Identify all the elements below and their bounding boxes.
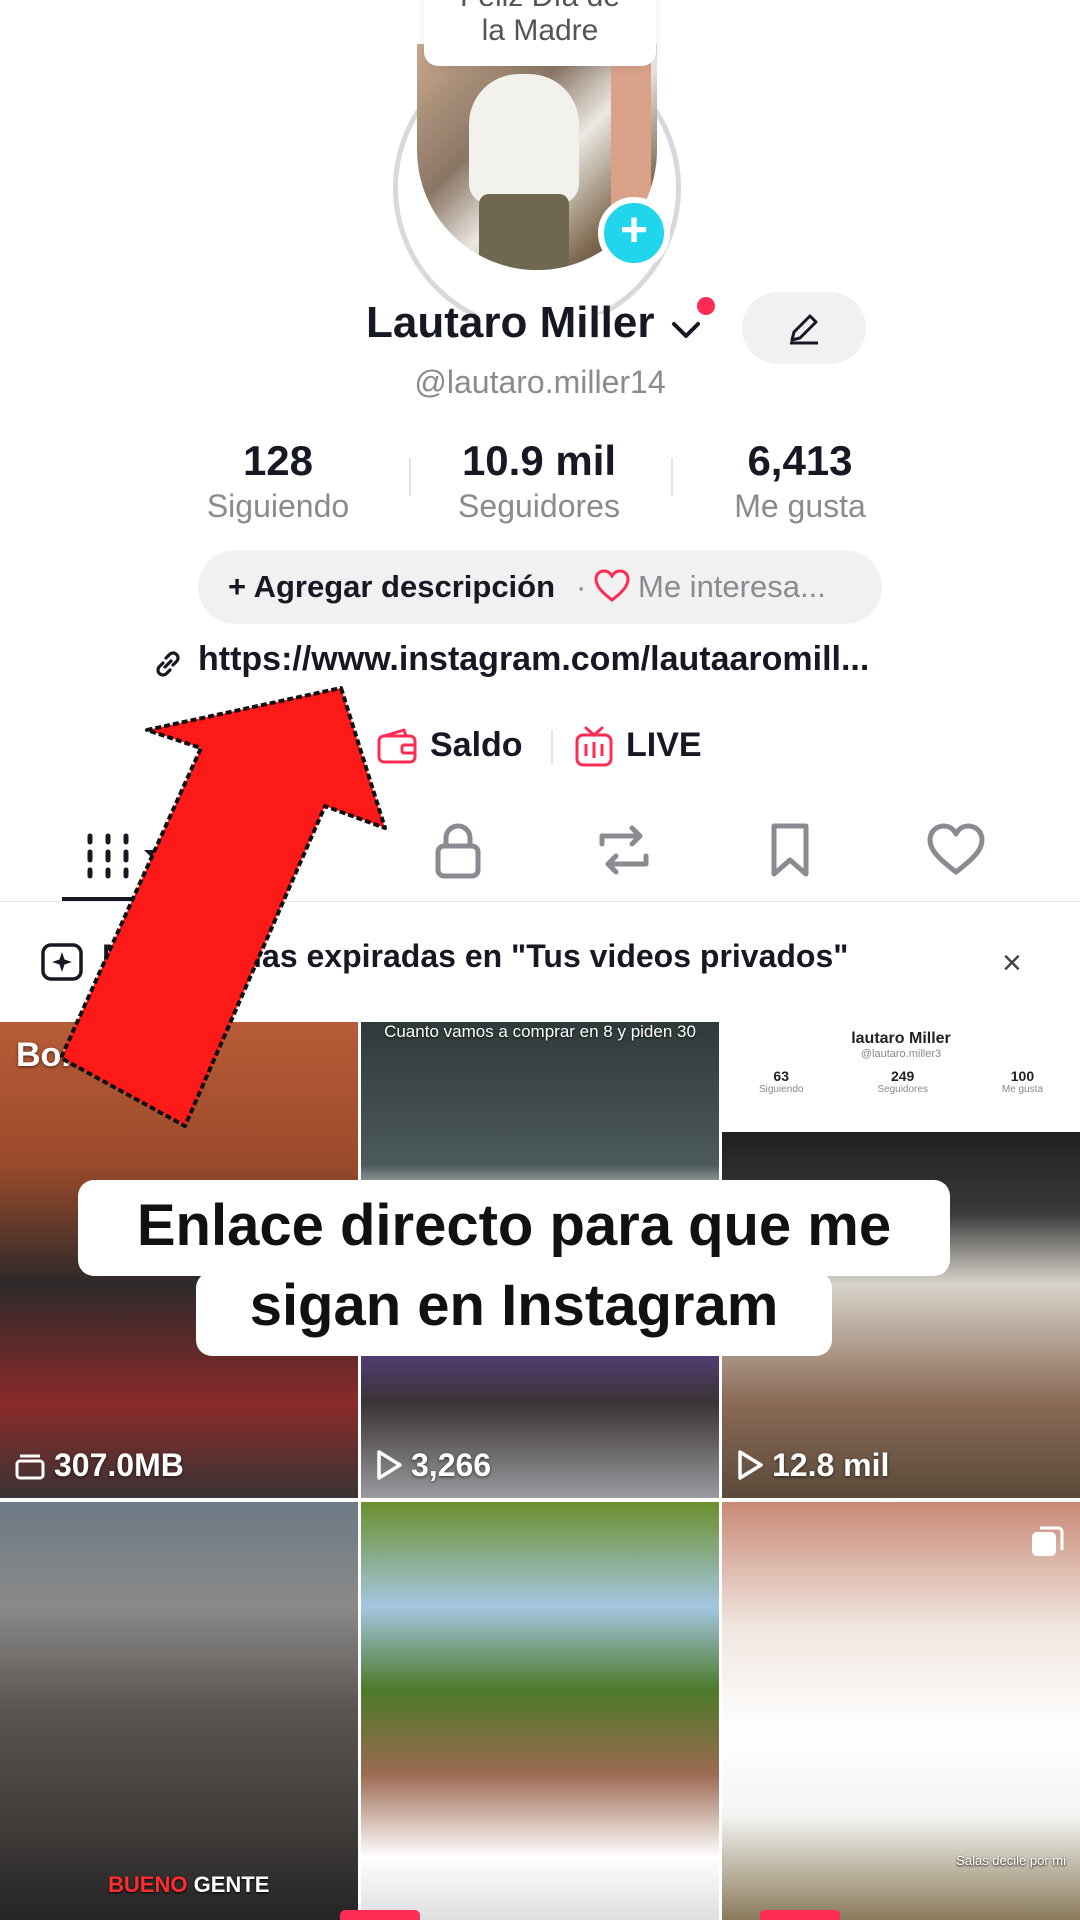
bottom-accent <box>760 1910 840 1920</box>
video-caption: Salas decile por mi <box>956 1853 1066 1868</box>
profile-screenshot: lautaro Miller @lautaro.miller3 63 Siguie… <box>722 1022 1080 1132</box>
stat-divider <box>671 458 673 496</box>
bottom-accent <box>340 1910 420 1920</box>
stat-followers[interactable]: 10.9 mil Seguidores <box>429 436 649 526</box>
story-note-line1: Feliz Día de <box>424 0 656 14</box>
add-story-plus-icon[interactable]: + <box>598 197 670 269</box>
overlay-caption-line2: sigan en Instagram <box>249 1273 779 1338</box>
heart-outline-icon <box>594 569 630 602</box>
balance-label: Saldo <box>430 726 523 764</box>
repost-tab-icon[interactable] <box>594 820 654 880</box>
video-count: 12.8 mil <box>736 1447 889 1484</box>
story-note-bubble[interactable]: Feliz Día de la Madre <box>424 0 656 66</box>
divider <box>551 730 553 764</box>
close-icon[interactable]: × <box>1002 944 1022 983</box>
grid-item-video[interactable]: BUENO GENTE <box>0 1502 358 1920</box>
stat-likes-label: Me gusta <box>734 488 866 524</box>
red-arrow-annotation <box>59 686 387 1128</box>
stat-followers-value: 10.9 mil <box>461 437 617 484</box>
video-count-value: 12.8 mil <box>772 1447 890 1483</box>
stat-likes[interactable]: 6,413 Me gusta <box>690 436 910 526</box>
stat-following-label: Siguiendo <box>206 488 350 524</box>
overlay-caption-line1: Enlace directo para que me <box>136 1193 892 1258</box>
pencil-icon <box>790 314 818 345</box>
bookmark-tab-icon[interactable] <box>760 820 820 880</box>
video-caption: BUENO GENTE <box>108 1872 270 1897</box>
video-count: 3,266 <box>375 1447 491 1484</box>
multi-photo-icon <box>1032 1526 1064 1556</box>
notification-dot <box>697 297 715 315</box>
video-count-value: 307.0MB <box>54 1447 184 1483</box>
stat-divider <box>409 458 411 496</box>
drafts-icon <box>15 1454 45 1480</box>
lock-tab-icon[interactable] <box>428 820 488 880</box>
mini-profile-name: lautaro Miller <box>851 1030 951 1047</box>
liked-tab-icon[interactable] <box>926 820 986 880</box>
add-description-button[interactable]: + Agregar descripción <box>228 550 555 624</box>
mini-profile-handle: @lautaro.miller3 <box>860 1048 942 1060</box>
grid-item-video[interactable] <box>361 1502 719 1920</box>
stat-following[interactable]: 128 Siguiendo <box>168 436 388 526</box>
video-count-value: 3,266 <box>411 1447 492 1483</box>
edit-profile-button[interactable] <box>742 292 866 364</box>
overlay-caption: Enlace directo para que me sigan en Inst… <box>78 1186 950 1346</box>
mini-stat: 100 Me gusta <box>1001 1068 1044 1095</box>
video-count: 307.0MB <box>14 1447 184 1484</box>
play-icon <box>377 1450 402 1480</box>
link-icon <box>156 651 180 677</box>
grid-item-photo[interactable]: Salas decile por mi <box>722 1502 1080 1920</box>
play-icon <box>738 1450 763 1480</box>
stat-likes-value: 6,413 <box>747 437 853 484</box>
mini-stat: 63 Siguiendo <box>758 1068 804 1095</box>
story-note-line2: la Madre <box>481 14 599 47</box>
video-caption: Cuanto vamos a comprar en 8 y piden 30 <box>384 1022 696 1041</box>
description-pill[interactable]: + Agregar descripción · Me interesa... <box>198 550 882 624</box>
mini-stat: 249 Seguidores <box>877 1068 928 1095</box>
separator-dot: · <box>576 569 587 604</box>
stat-followers-label: Seguidores <box>458 488 620 524</box>
chevron-down-icon[interactable] <box>668 312 704 348</box>
bio-link-url[interactable]: https://www.instagram.com/lautaaromill..… <box>198 640 869 679</box>
profile-handle: @lautaro.miller14 <box>414 364 666 400</box>
live-tv-icon <box>575 726 613 767</box>
profile-name[interactable]: Lautaro Miller <box>366 298 655 348</box>
interests-button[interactable]: Me interesa... <box>638 550 826 624</box>
stat-following-value: 128 <box>242 437 314 484</box>
live-label: LIVE <box>626 726 702 764</box>
